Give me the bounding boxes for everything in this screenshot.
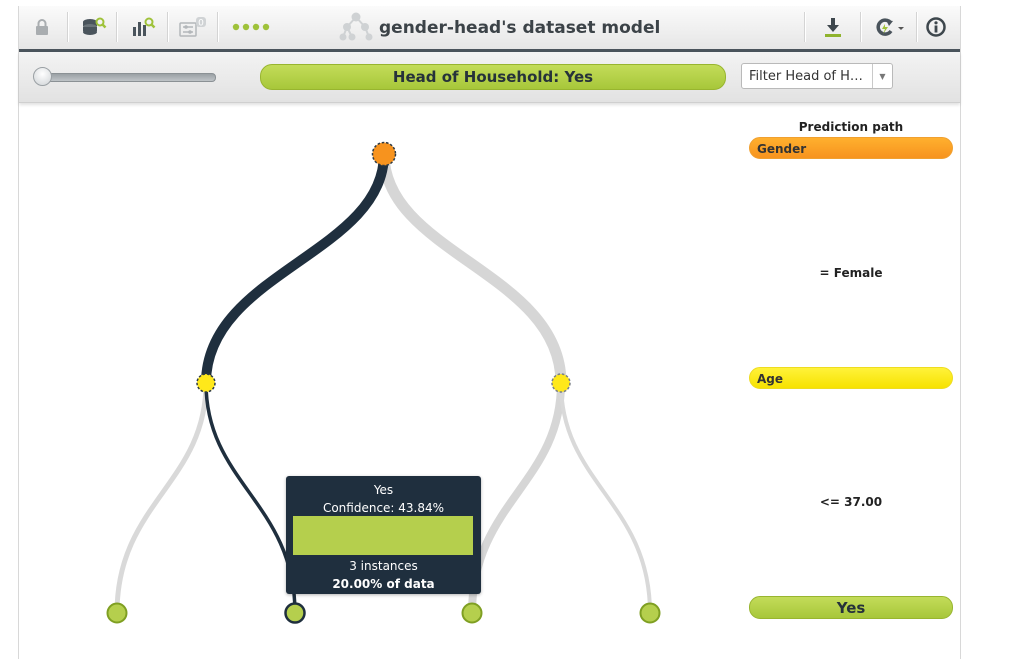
prediction-badge: Head of Household: Yes [260, 64, 726, 90]
path-outcome: Yes [749, 596, 953, 619]
leaf-tooltip: Yes Confidence: 43.84% 3 instances 20.00… [286, 476, 481, 594]
root-node-gender[interactable] [371, 141, 397, 167]
model-view-frame: 0 gender-head's dataset model Head of Ho… [18, 6, 961, 659]
leaf-node-2-selected[interactable] [284, 602, 306, 624]
path-condition-gender: = Female [819, 266, 883, 280]
chart-search-icon[interactable] [126, 13, 160, 41]
toolbar-divider [67, 12, 68, 42]
tooltip-confidence-bar [293, 516, 473, 555]
filter-dropdown-value: Filter Head of Ho... [749, 69, 869, 84]
prediction-path-title: Prediction path [798, 120, 904, 134]
path-left-leaf2 [204, 382, 297, 614]
tree-canvas: Yes Confidence: 43.84% 3 instances 20.00… [19, 103, 960, 659]
branch-left-leaf1 [114, 382, 209, 614]
tooltip-confidence: Confidence: 43.84% [322, 501, 445, 515]
info-icon[interactable] [919, 13, 953, 41]
dataset-search-icon[interactable] [77, 13, 111, 41]
tooltip-instances: 3 instances [349, 559, 418, 573]
toolbar-divider [167, 12, 168, 42]
node-age-left[interactable] [196, 373, 216, 393]
support-slider-track[interactable] [37, 73, 216, 82]
leaf-node-4[interactable] [639, 602, 661, 624]
path-condition-age: <= 37.00 [819, 495, 883, 509]
model-title-area: gender-head's dataset model [339, 12, 660, 44]
download-icon[interactable] [816, 13, 850, 41]
leaf-node-1[interactable] [106, 602, 128, 624]
toolbar-divider [116, 12, 117, 42]
page-title: gender-head's dataset model [379, 18, 661, 38]
path-field-age: Age [749, 367, 953, 389]
filter-settings-icon[interactable]: 0 [175, 13, 209, 41]
model-tree-icon [339, 11, 373, 46]
lock-icon[interactable] [25, 13, 59, 41]
path-field-gender: Gender [749, 137, 953, 159]
toolbar-divider [916, 12, 917, 42]
filter-count-badge: 0 [198, 19, 204, 29]
more-dots-icon[interactable] [229, 13, 275, 41]
branch-root-right [378, 148, 567, 389]
prediction-bar: Head of Household: Yes Filter Head of Ho… [19, 52, 960, 103]
tooltip-prediction: Yes [373, 483, 394, 497]
branch-right-leaf3 [468, 382, 565, 614]
branch-right-leaf4 [559, 382, 652, 614]
toolbar-divider [217, 12, 218, 42]
support-slider-handle[interactable] [33, 67, 52, 86]
filter-dropdown[interactable]: Filter Head of Ho... ▼ [741, 63, 893, 89]
toolbar-divider [860, 12, 861, 42]
path-root-left [201, 149, 389, 388]
node-age-right[interactable] [551, 373, 571, 393]
top-toolbar: 0 gender-head's dataset model [19, 6, 960, 52]
toolbar-divider [804, 12, 805, 42]
chevron-down-icon[interactable]: ▼ [872, 64, 892, 88]
refresh-icon[interactable] [869, 13, 909, 41]
tooltip-data-share: 20.00% of data [332, 577, 435, 591]
leaf-node-3[interactable] [461, 602, 483, 624]
